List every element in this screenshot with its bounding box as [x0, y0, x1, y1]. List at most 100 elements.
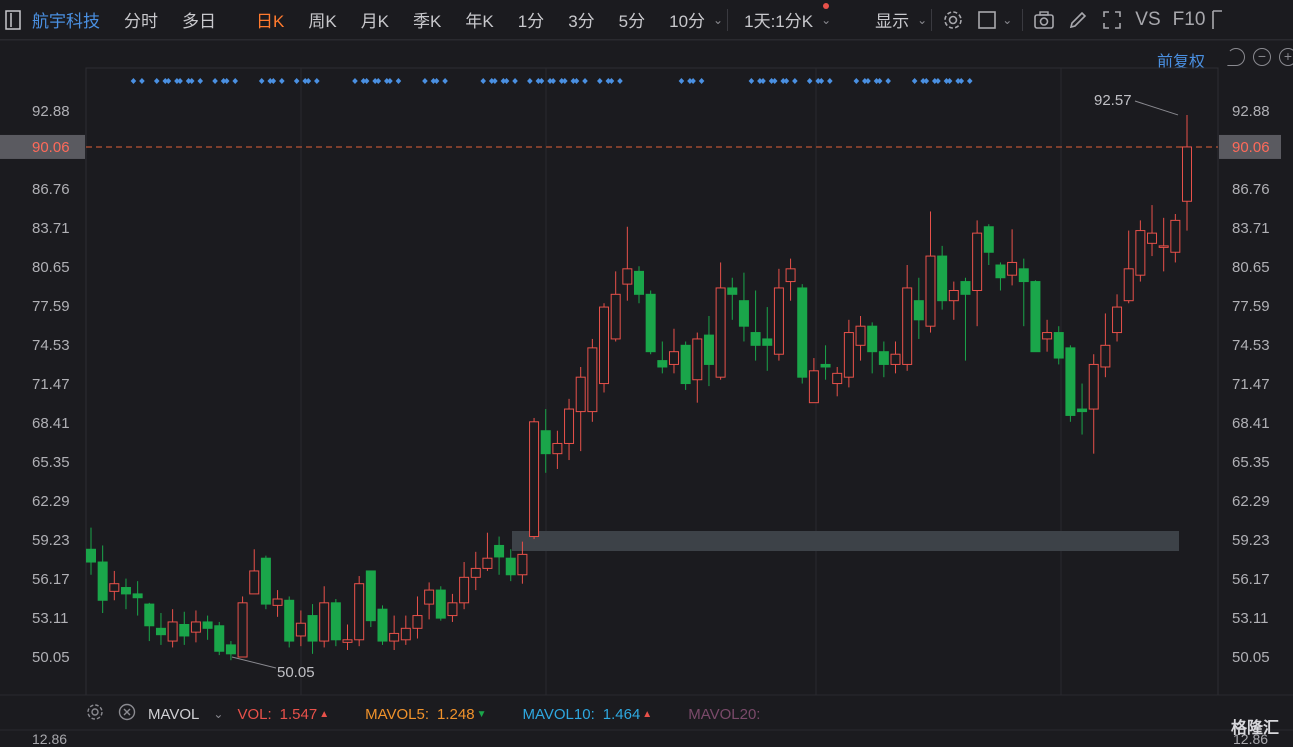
candle	[808, 358, 819, 404]
candle-body	[540, 430, 551, 455]
price-tick-label: 68.41	[1232, 415, 1270, 432]
candle-body	[1158, 245, 1169, 248]
signal-marker	[223, 78, 239, 84]
candle-body	[1088, 363, 1099, 410]
price-tick-label: 65.35	[32, 454, 70, 471]
candle	[972, 220, 983, 327]
candle	[120, 578, 131, 610]
candle	[1042, 319, 1053, 352]
price-tick-label: 86.76	[1232, 181, 1270, 198]
signal-marker	[876, 78, 891, 84]
candle-body	[155, 627, 166, 636]
candle-body	[377, 608, 388, 642]
candle-body	[902, 287, 913, 365]
candle-body	[843, 332, 854, 378]
candle-body	[330, 602, 341, 641]
candle-body	[249, 570, 260, 595]
candle-body	[97, 561, 108, 601]
candle	[482, 532, 493, 571]
candle	[214, 621, 225, 656]
price-tick-label: 92.88	[32, 103, 70, 120]
candle	[715, 262, 726, 380]
candle	[167, 609, 178, 648]
price-tick-label: 83.71	[32, 220, 70, 237]
candle-body	[529, 421, 540, 538]
mavol20-label: MAVOL20:	[688, 705, 761, 723]
price-tick-label: 92.88	[1232, 103, 1270, 120]
candle	[634, 266, 644, 304]
candle-body	[995, 264, 1006, 279]
candle	[86, 527, 96, 575]
candle	[132, 581, 143, 616]
mavol10-value: 1.464	[602, 705, 641, 723]
candle-body	[727, 287, 738, 295]
candle	[797, 284, 808, 384]
candle	[389, 615, 400, 650]
signal-marker	[783, 78, 798, 84]
high-pointer	[1134, 100, 1179, 116]
price-tick-label: 71.47	[32, 376, 70, 393]
candle-body	[610, 293, 621, 340]
indicator-name[interactable]: MAVOL	[148, 706, 199, 723]
candle-body	[937, 255, 948, 302]
signal-marker	[130, 78, 145, 84]
signal-marker	[818, 78, 833, 84]
candle	[1135, 220, 1146, 282]
candle-body	[1030, 281, 1041, 353]
settings-icon[interactable]	[86, 703, 104, 725]
candle-body	[878, 351, 889, 365]
candle-body	[225, 644, 236, 655]
candle	[762, 307, 773, 371]
candle-body	[762, 338, 773, 346]
price-tick-label: 50.05	[1232, 649, 1270, 666]
candle-body	[925, 255, 936, 327]
signal-marker	[305, 78, 320, 84]
candle	[692, 332, 703, 403]
candle-body	[634, 270, 644, 295]
candle-body	[120, 587, 131, 595]
candle	[855, 315, 866, 361]
candle-body	[808, 370, 819, 404]
candle	[703, 315, 714, 387]
price-tick-label: 90.06	[1232, 139, 1270, 156]
mavol5-label: MAVOL5:	[365, 705, 430, 723]
candle	[785, 258, 796, 301]
price-tick-label: 56.17	[1232, 571, 1270, 588]
candle	[494, 536, 505, 575]
candle	[960, 277, 971, 361]
candle	[109, 570, 120, 601]
candle-body	[832, 372, 843, 385]
close-icon[interactable]	[118, 703, 136, 725]
candle-body	[552, 442, 563, 455]
vol-label: VOL:	[237, 705, 272, 723]
candle	[1147, 205, 1158, 257]
signal-marker	[958, 78, 973, 84]
kline-chart[interactable]: 92.88 90.06 86.76 83.71 80.65 77.59 74.53 71.47…	[0, 0, 1293, 742]
candle-body	[692, 338, 703, 381]
candle-body	[365, 570, 376, 622]
price-tick-label: 53.11	[1232, 610, 1268, 627]
plot-frame	[85, 67, 1219, 696]
candle-body	[738, 300, 749, 327]
candle	[1158, 217, 1169, 272]
mavol5-value: 1.248	[437, 705, 475, 723]
candle	[1170, 214, 1181, 263]
candle-body	[307, 615, 318, 642]
candle	[1030, 280, 1041, 353]
candle	[1065, 345, 1076, 422]
candle	[843, 319, 854, 388]
candle	[645, 290, 656, 355]
price-tick-label: 65.35	[1232, 454, 1270, 471]
candle	[937, 245, 948, 310]
candle	[470, 551, 481, 591]
candle	[680, 341, 691, 390]
low-price-label: 50.05	[277, 664, 315, 681]
candle	[832, 366, 843, 397]
candle	[365, 570, 376, 628]
candle-body	[284, 599, 295, 642]
chevron-down-icon[interactable]: ⌄	[213, 707, 223, 721]
candle-body	[855, 325, 866, 346]
price-axis-left: 92.88 90.06 86.76 83.71 80.65 77.59 74.53 71.47…	[0, 103, 85, 666]
candle-body	[86, 548, 96, 563]
candle	[237, 596, 248, 658]
